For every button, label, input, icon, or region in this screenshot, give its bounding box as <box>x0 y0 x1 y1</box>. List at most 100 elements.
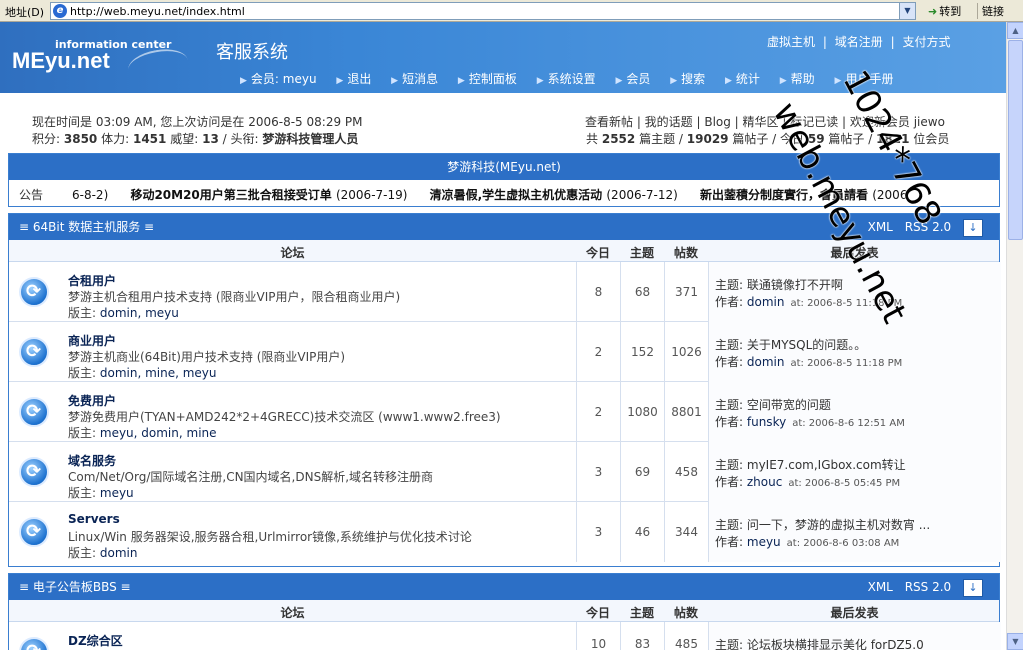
site-header: information center MEyu.net 客服系统 虚拟主机 | … <box>0 22 1006 93</box>
col-topics: 主题 <box>629 246 654 260</box>
divider: | <box>822 35 827 49</box>
xml-link[interactable]: XML <box>868 580 893 594</box>
vertical-scrollbar[interactable]: ▲ ▼ <box>1006 22 1023 650</box>
address-input[interactable]: e http://web.meyu.net/index.html ▼ <box>50 2 916 20</box>
nav-item-help[interactable]: ▶ 帮助 <box>780 72 815 86</box>
last-post-link[interactable]: 联通镜像打不开啊 <box>747 278 843 292</box>
page-viewport: information center MEyu.net 客服系统 虚拟主机 | … <box>0 22 1006 650</box>
chevron-down-icon[interactable]: ▼ <box>899 3 915 19</box>
members-count: 1821 <box>876 132 910 146</box>
address-text: http://web.meyu.net/index.html <box>70 5 245 18</box>
forum-desc: Linux/Win 服务器架设,服务器合租,Urlmirror镜像,系统维护与优… <box>68 530 472 544</box>
arrow-icon: ▶ <box>834 76 842 86</box>
last-post: 主题: 空间带宽的问题 作者: funsky at: 2006-8-6 12:51… <box>708 382 1001 442</box>
forum-moderators: 版主: domin <box>68 546 138 560</box>
collapse-icon[interactable]: ↓ <box>963 578 983 597</box>
posts-cell: 458 <box>664 442 708 502</box>
rss-link[interactable]: RSS 2.0 <box>905 580 951 594</box>
today-cell: 10 <box>576 622 620 650</box>
forum-section-bbs: ≡ 电子公告板BBS ≡ XML RSS 2.0 ↓ 论坛 今日 主题 帖数 最… <box>8 573 1001 650</box>
nav-item-stats[interactable]: ▶ 统计 <box>725 72 760 86</box>
user-title: 梦游科技管理人员 <box>262 132 359 146</box>
collapse-icon[interactable]: ↓ <box>963 218 983 237</box>
prestige-value: 13 <box>202 132 219 146</box>
announcement-item[interactable]: 新出蓥積分制度實行，會員請看 (2006 <box>700 188 925 202</box>
last-post-link[interactable]: myIE7.com,IGbox.com转让 <box>747 458 906 472</box>
table-row: 免费用户 梦游免费用户(TYAN+AMD242*2+4GRECC)技术交流区 (… <box>9 382 1001 442</box>
author-link[interactable]: meyu <box>747 535 781 549</box>
logo-swoosh-icon <box>125 45 191 85</box>
last-post-link[interactable]: 关于MYSQL的问题。。 <box>747 338 866 352</box>
ie-page-icon: e <box>53 4 67 18</box>
go-arrow-icon: ➜ <box>928 5 938 18</box>
forum-status-icon <box>19 517 49 547</box>
author-link[interactable]: domin <box>747 355 785 369</box>
last-post-link[interactable]: 问一下，梦游的虚拟主机对数宵 ... <box>747 518 930 532</box>
browser-toolbar: 地址(D) e http://web.meyu.net/index.html ▼… <box>0 0 1023 22</box>
nav-item-messages[interactable]: ▶ 短消息 <box>391 72 438 86</box>
col-forum: 论坛 <box>280 606 305 620</box>
nav-item-member[interactable]: ▶ 会员: meyu <box>240 72 317 86</box>
forum-name[interactable]: Servers <box>68 512 120 526</box>
arrow-icon: ▶ <box>457 76 465 86</box>
forum-moderators: 版主: domin, meyu <box>68 306 179 320</box>
topics-cell: 83 <box>620 622 664 650</box>
col-topics: 主题 <box>629 606 654 620</box>
top-link-domain[interactable]: 域名注册 <box>835 35 883 49</box>
xml-link[interactable]: XML <box>868 220 893 234</box>
announcement-title: 梦游科技(MEyu.net) <box>9 154 999 180</box>
posts-cell: 1026 <box>664 322 708 382</box>
table-row: DZ综合区 10 83 485 主题: 论坛板块横排显示美化 forDZ5.0 <box>9 622 1001 650</box>
scroll-thumb[interactable] <box>1008 40 1023 240</box>
col-forum: 论坛 <box>280 246 305 260</box>
arrow-icon: ▶ <box>615 76 623 86</box>
nav-item-logout[interactable]: ▶ 退出 <box>336 72 371 86</box>
forum-name[interactable]: DZ综合区 <box>68 632 123 649</box>
logo[interactable]: MEyu.net <box>12 48 110 74</box>
go-button[interactable]: ➜ 转到 <box>928 3 961 19</box>
scroll-down-icon[interactable]: ▼ <box>1007 633 1023 650</box>
forum-name[interactable]: 免费用户 <box>68 392 116 409</box>
forum-status-icon <box>19 337 49 367</box>
last-post-link[interactable]: 论坛板块横排显示美化 forDZ5.0 <box>747 638 924 650</box>
forum-name[interactable]: 域名服务 <box>68 452 116 469</box>
forum-name[interactable]: 商业用户 <box>68 332 116 349</box>
author-link[interactable]: domin <box>747 295 785 309</box>
arrow-icon: ▶ <box>779 76 787 86</box>
announcement-item[interactable]: 6-8-2) <box>72 188 126 202</box>
today-cell: 8 <box>576 262 620 322</box>
forum-status-icon <box>19 457 49 487</box>
posts-cell: 344 <box>664 502 708 562</box>
forum-name[interactable]: 合租用户 <box>68 272 116 289</box>
last-post: 主题: myIE7.com,IGbox.com转让 作者: zhouc at: 2… <box>708 442 1001 502</box>
top-link-hosting[interactable]: 虚拟主机 <box>767 35 815 49</box>
top-link-payment[interactable]: 支付方式 <box>902 35 950 49</box>
announcement-item[interactable]: 清凉暑假,学生虚拟主机优惠活动 (2006-7-12) <box>430 188 696 202</box>
author-link[interactable]: funsky <box>747 415 786 429</box>
announcement-item[interactable]: 移动20M20用户第三批合租接受订单 (2006-7-19) <box>130 188 425 202</box>
nav-item-manual[interactable]: ▶ 用户手册 <box>835 72 894 86</box>
forum-moderators: 版主: meyu, domin, mine <box>68 426 217 440</box>
section-title[interactable]: ≡ 电子公告板BBS ≡ <box>19 580 131 594</box>
nav-item-settings[interactable]: ▶ 系统设置 <box>537 72 596 86</box>
forum-desc: 梦游主机商业(64Bit)用户技术支持 (限商业VIP用户) <box>68 350 346 364</box>
address-label: 地址(D) <box>5 6 45 19</box>
col-posts: 帖数 <box>673 606 698 620</box>
last-post-link[interactable]: 空间带宽的问题 <box>747 398 831 412</box>
posts-count: 19029 <box>686 132 729 146</box>
announcement-label: 公告 <box>19 188 44 202</box>
nav-item-search[interactable]: ▶ 搜索 <box>670 72 705 86</box>
rss-link[interactable]: RSS 2.0 <box>905 220 951 234</box>
today-cell: 2 <box>576 382 620 442</box>
user-stats: 积分: 3850 体力: 1451 威望: 13 / 头衔: 梦游科技管理人员 <box>32 132 359 146</box>
today-cell: 3 <box>576 442 620 502</box>
scroll-up-icon[interactable]: ▲ <box>1007 22 1023 39</box>
section-title[interactable]: ≡ 64Bit 数据主机服务 ≡ <box>19 220 154 234</box>
links-button[interactable]: 链接 <box>977 3 1004 19</box>
forum-desc: 梦游主机合租用户技术支持 (限商业VIP用户，限合租商业用户) <box>68 290 401 304</box>
quick-links[interactable]: 查看新帖 | 我的话题 | Blog | 精华区 | 标记已读 | 欢迎新会员 … <box>585 113 945 130</box>
author-link[interactable]: zhouc <box>747 475 782 489</box>
nav-item-members[interactable]: ▶ 会员 <box>615 72 650 86</box>
last-post: 主题: 问一下，梦游的虚拟主机对数宵 ... 作者: meyu at: 2006-… <box>708 502 1001 562</box>
nav-item-control-panel[interactable]: ▶ 控制面板 <box>458 72 517 86</box>
